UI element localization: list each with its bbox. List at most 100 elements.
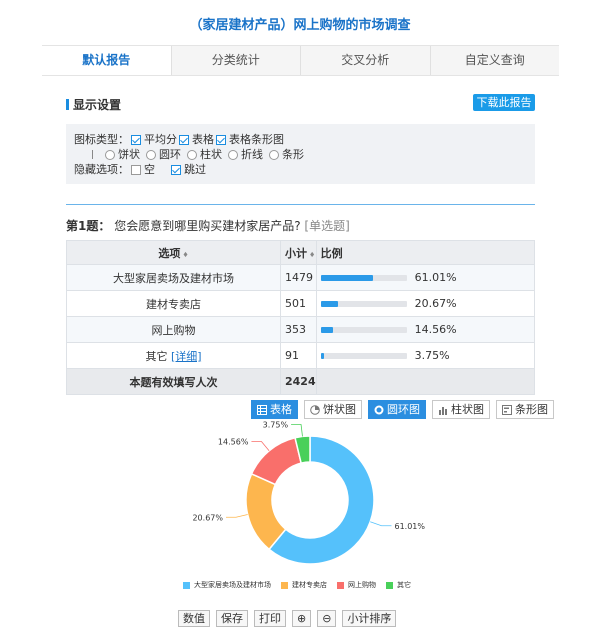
ratio-percent: 20.67%	[414, 297, 457, 311]
tab-default-report[interactable]: 默认报告	[42, 46, 171, 75]
question-heading: 第1题： 您会愿意到哪里购买建材家居产品? [单选题]	[66, 217, 350, 234]
bar-radio[interactable]	[269, 149, 279, 160]
ratio-cell: 61.01%	[315, 264, 536, 291]
option-header-label: 选项	[158, 246, 181, 260]
settings-title: 显示设置	[73, 98, 122, 112]
chart-tab-label: 条形图	[515, 403, 548, 416]
skip-checkbox[interactable]	[171, 164, 181, 175]
count-header-label: 小计	[285, 246, 307, 260]
ratio-header: 比例	[315, 240, 536, 265]
chart-type-switcher: 表格 饼状图 圆环图 柱状图 条形图	[251, 400, 554, 419]
divider-mark	[92, 150, 93, 159]
chart-tab-label: 表格	[270, 403, 292, 416]
tab-custom-query[interactable]: 自定义查询	[429, 46, 559, 75]
save-button[interactable]: 保存	[216, 610, 248, 627]
bar-chart-icon	[439, 406, 447, 415]
donut-radio-label: 圆环	[159, 148, 181, 161]
subtotal-sort-button[interactable]: 小计排序	[342, 610, 397, 627]
chart-legend: 大型家居卖场及建材市场 建材专卖店 网上购物 其它	[183, 580, 421, 590]
tab-cross-analysis[interactable]: 交叉分析	[300, 46, 430, 75]
chart-tab-label: 柱状图	[451, 403, 484, 416]
settings-panel: 图标类型： 平均分 表格 表格条形图 饼状 圆环 柱状 折线 条形 隐藏选项： …	[66, 124, 535, 184]
legend-item[interactable]: 建材专卖店	[281, 580, 327, 590]
table-bar-label: 表格条形图	[229, 133, 284, 146]
option-label: 其它	[145, 349, 168, 363]
pie-radio[interactable]	[105, 149, 115, 160]
results-table: 选项 ♦ 小计 ♦ 比例 大型家居卖场及建材市场 1479 61.01% 建材专卖店…	[66, 240, 536, 395]
question-type: [单选题]	[304, 219, 350, 233]
option-cell: 大型家居卖场及建材市场	[66, 264, 281, 291]
legend-item[interactable]: 大型家居卖场及建材市场	[183, 580, 271, 590]
legend-swatch	[386, 581, 393, 589]
chart-type-label: 图标类型：	[74, 133, 129, 146]
legend-item[interactable]: 其它	[386, 580, 411, 590]
section-divider	[66, 204, 535, 205]
ratio-bar-fill	[320, 300, 339, 307]
legend-swatch	[337, 581, 344, 589]
ratio-cell: 14.56%	[315, 316, 536, 343]
table-row: 网上购物 353 14.56%	[66, 316, 536, 343]
average-checkbox[interactable]	[131, 134, 141, 145]
donut-slice[interactable]	[250, 436, 303, 486]
option-cell: 建材专卖店	[66, 290, 281, 317]
donut-radio[interactable]	[146, 149, 156, 160]
ratio-bar-fill	[320, 326, 334, 333]
label-leader-line	[225, 514, 248, 518]
count-cell: 353	[280, 316, 317, 343]
sort-icon: ♦	[309, 250, 316, 259]
download-report-button[interactable]: 下载此报告	[473, 94, 535, 111]
settings-heading: 显示设置	[66, 96, 121, 113]
count-cell: 1479	[280, 264, 317, 291]
table-label: 表格	[192, 133, 214, 146]
heading-marker	[66, 99, 69, 110]
chart-tab-donut[interactable]: 圆环图	[368, 400, 426, 419]
legend-swatch	[281, 581, 288, 589]
slice-label: 14.56%	[218, 438, 249, 447]
chart-tab-bar[interactable]: 条形图	[496, 400, 554, 419]
chart-toolbar: 数值 保存 打印 ⊕ ⊖ 小计排序	[178, 610, 397, 627]
detail-link[interactable]: [详细]	[171, 350, 202, 363]
count-cell: 501	[280, 290, 317, 317]
legend-label: 其它	[397, 581, 411, 589]
sort-icon: ♦	[182, 250, 189, 259]
line-radio-label: 折线	[241, 148, 263, 161]
horizontal-bar-icon	[502, 404, 512, 415]
table-row: 其它 [详细] 91 3.75%	[66, 342, 536, 369]
report-tabs: 默认报告 分类统计 交叉分析 自定义查询	[42, 45, 559, 76]
legend-item[interactable]: 网上购物	[337, 580, 376, 590]
hide-options-label: 隐藏选项：	[74, 163, 129, 176]
print-button[interactable]: 打印	[254, 610, 286, 627]
table-bar-checkbox[interactable]	[216, 134, 226, 145]
zoom-out-icon[interactable]: ⊖	[317, 610, 337, 627]
values-button[interactable]: 数值	[178, 610, 210, 627]
label-leader-line	[291, 424, 303, 437]
column-radio[interactable]	[187, 149, 197, 160]
zoom-in-icon[interactable]: ⊕	[292, 610, 312, 627]
donut-chart-icon	[374, 405, 384, 414]
slice-label: 3.75%	[263, 421, 289, 430]
option-header[interactable]: 选项 ♦	[66, 240, 281, 265]
table-checkbox[interactable]	[179, 134, 189, 145]
slice-label: 20.67%	[192, 513, 223, 522]
average-label: 平均分	[144, 133, 177, 146]
empty-label: 空	[144, 163, 155, 176]
line-radio[interactable]	[228, 149, 238, 160]
total-count: 2424	[280, 368, 317, 395]
ratio-bar-fill	[320, 274, 374, 281]
ratio-bar-track	[320, 352, 407, 359]
option-cell: 其它 [详细]	[66, 342, 281, 369]
empty-checkbox[interactable]	[131, 164, 141, 175]
tab-category-stats[interactable]: 分类统计	[170, 46, 300, 75]
table-header-row: 选项 ♦ 小计 ♦ 比例	[66, 240, 536, 265]
total-row: 本题有效填写人次 2424	[66, 368, 536, 395]
chart-tab-column[interactable]: 柱状图	[432, 400, 490, 419]
chart-tab-table[interactable]: 表格	[251, 400, 298, 419]
pie-chart-icon	[310, 404, 320, 415]
ratio-bar-fill	[320, 352, 324, 359]
legend-swatch	[183, 581, 190, 589]
chart-tab-pie[interactable]: 饼状图	[304, 400, 362, 419]
table-row: 建材专卖店 501 20.67%	[66, 290, 536, 317]
ratio-bar-track	[320, 326, 407, 333]
count-header[interactable]: 小计 ♦	[280, 240, 317, 265]
legend-label: 网上购物	[348, 581, 376, 589]
